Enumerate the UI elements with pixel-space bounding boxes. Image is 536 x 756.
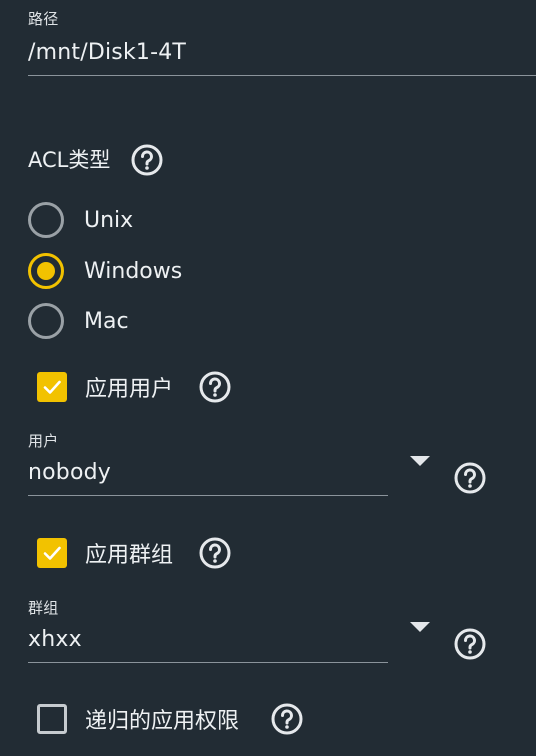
acl-type-title: ACL类型 bbox=[28, 148, 111, 172]
path-label: 路径 bbox=[28, 10, 59, 28]
check-icon bbox=[43, 546, 61, 560]
user-select[interactable]: nobody bbox=[28, 460, 111, 485]
group-select[interactable]: xhxx bbox=[28, 627, 82, 652]
recursive-checkbox-row[interactable]: 递归的应用权限 bbox=[37, 703, 239, 735]
path-input[interactable]: /mnt/Disk1-4T bbox=[28, 40, 186, 65]
help-circle-icon[interactable] bbox=[453, 461, 487, 495]
radio-label-mac: Mac bbox=[84, 308, 129, 334]
apply-group-checkbox-row[interactable]: 应用群组 bbox=[37, 537, 173, 569]
group-underline bbox=[28, 662, 388, 663]
user-label: 用户 bbox=[28, 432, 59, 450]
recursive-checkbox[interactable] bbox=[37, 704, 67, 734]
permissions-form: 路径 /mnt/Disk1-4T ACL类型 Unix Windows Mac … bbox=[0, 0, 536, 756]
radio-dot bbox=[37, 262, 55, 280]
path-underline bbox=[28, 75, 536, 76]
help-circle-icon[interactable] bbox=[453, 627, 487, 661]
recursive-label: 递归的应用权限 bbox=[85, 709, 240, 734]
radio-label-windows: Windows bbox=[84, 258, 183, 284]
radio-label-unix: Unix bbox=[84, 207, 134, 233]
radio-button[interactable] bbox=[28, 303, 64, 339]
caret-down-icon[interactable] bbox=[410, 456, 430, 466]
help-circle-icon[interactable] bbox=[130, 143, 164, 177]
apply-group-checkbox[interactable] bbox=[37, 538, 67, 568]
apply-user-label: 应用用户 bbox=[85, 377, 174, 402]
help-circle-icon[interactable] bbox=[198, 536, 232, 570]
apply-user-checkbox[interactable] bbox=[37, 372, 67, 402]
help-circle-icon[interactable] bbox=[198, 370, 232, 404]
group-label: 群组 bbox=[28, 599, 59, 617]
help-circle-icon[interactable] bbox=[270, 702, 304, 736]
radio-button[interactable] bbox=[28, 202, 64, 238]
user-underline bbox=[28, 495, 388, 496]
caret-down-icon[interactable] bbox=[410, 622, 430, 632]
radio-button-selected[interactable] bbox=[28, 253, 64, 289]
acl-radio-windows[interactable]: Windows bbox=[28, 253, 182, 289]
check-icon bbox=[43, 380, 61, 394]
apply-user-checkbox-row[interactable]: 应用用户 bbox=[37, 371, 173, 403]
acl-radio-mac[interactable]: Mac bbox=[28, 303, 129, 339]
acl-radio-unix[interactable]: Unix bbox=[28, 202, 133, 238]
apply-group-label: 应用群组 bbox=[85, 543, 174, 568]
